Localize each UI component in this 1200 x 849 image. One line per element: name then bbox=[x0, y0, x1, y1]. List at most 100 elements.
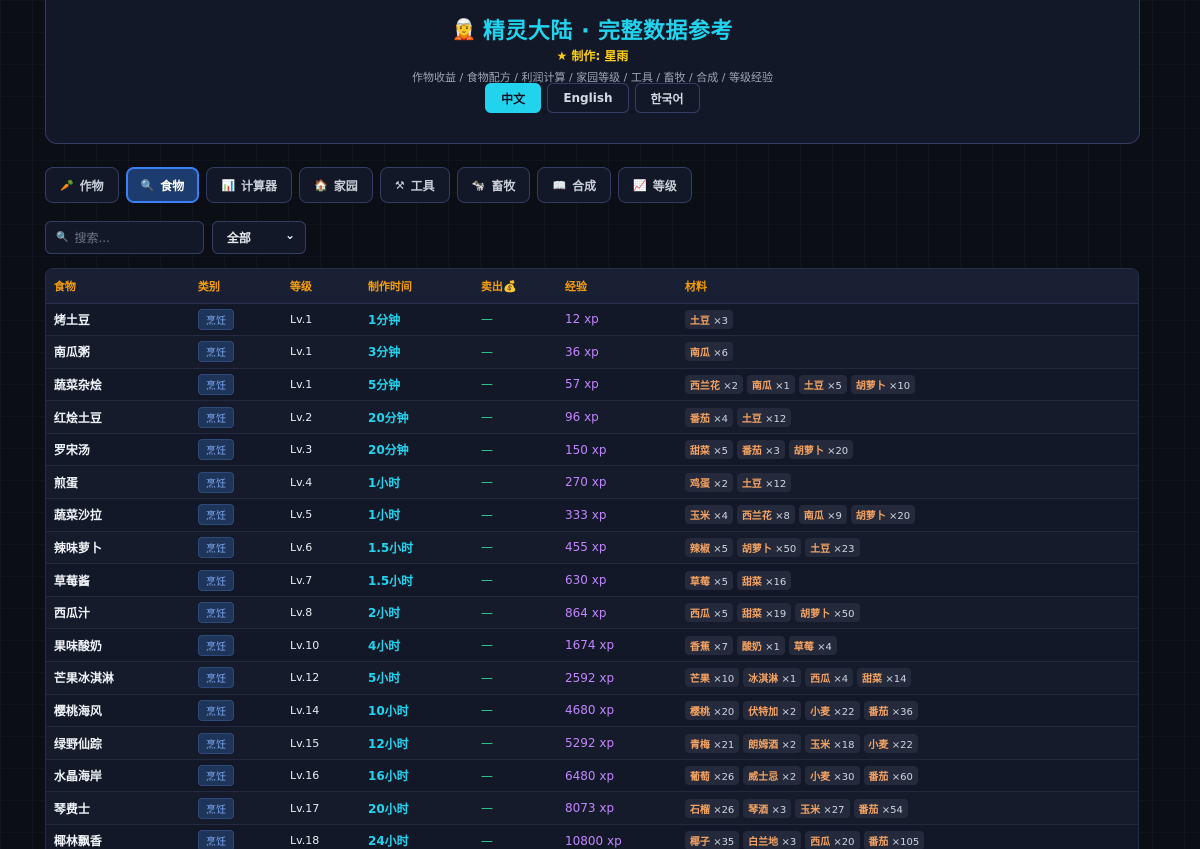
tab-crafting[interactable]: 📖 合成 bbox=[537, 167, 612, 203]
material-chip: 番茄 ×105 bbox=[863, 831, 925, 849]
lang-button-ko[interactable]: 한국어 bbox=[634, 83, 700, 113]
material-name: 南瓜 bbox=[803, 511, 824, 523]
column-header[interactable]: 经验 bbox=[557, 269, 677, 304]
category-cell: 烹饪 bbox=[190, 792, 282, 825]
material-chip: 草莓 ×4 bbox=[788, 635, 837, 655]
material-name: 西瓜 bbox=[810, 837, 831, 849]
material-qty: ×6 bbox=[713, 348, 728, 360]
material-qty: ×9 bbox=[827, 511, 842, 523]
material-chip: 土豆 ×3 bbox=[685, 309, 733, 329]
material-name: 胡萝卜 bbox=[741, 543, 772, 555]
material-chip: 胡萝卜 ×20 bbox=[850, 505, 916, 525]
table-row: 水晶海岸 烹饪 Lv.16 16小时 —6480 xp 葡萄 ×26 威士忌 ×2 小麦 ×3… bbox=[46, 759, 1138, 792]
search-input[interactable] bbox=[74, 230, 185, 245]
category-badge: 烹饪 bbox=[198, 634, 234, 656]
language-switcher: 中文 English 한국어 bbox=[46, 83, 1139, 113]
material-qty: ×36 bbox=[891, 706, 913, 718]
food-name: 水晶海岸 bbox=[54, 769, 103, 784]
food-name: 南瓜粥 bbox=[54, 345, 91, 360]
material-chip: 小麦 ×22 bbox=[805, 700, 860, 720]
column-header[interactable]: 卖出💰 bbox=[473, 269, 557, 304]
chevron-down-icon: ⌄ bbox=[284, 227, 295, 242]
materials-cell: 番茄 ×4 土豆 ×12 bbox=[677, 401, 1138, 434]
material-qty: ×2 bbox=[713, 478, 728, 490]
craft-time: 10小时 bbox=[368, 703, 409, 718]
table-row: 红烩土豆 烹饪 Lv.2 20分钟 —96 xp 番茄 ×4 土豆 ×12 bbox=[46, 400, 1138, 434]
food-name: 椰林飘香 bbox=[54, 834, 103, 849]
material-chip: 玉米 ×4 bbox=[685, 505, 733, 525]
food-name: 煎蛋 bbox=[54, 475, 79, 490]
category-cell: 烹饪 bbox=[190, 662, 282, 695]
sell-price: — bbox=[481, 475, 493, 490]
material-name: 朗姆酒 bbox=[748, 739, 779, 751]
level-cell: Lv.1 bbox=[290, 377, 313, 391]
tab-tools[interactable]: ⚒ 工具 bbox=[379, 167, 450, 203]
material-name: 辣椒 bbox=[690, 543, 710, 555]
level-cell: Lv.5 bbox=[290, 508, 313, 522]
material-qty: ×12 bbox=[765, 413, 787, 425]
material-qty: ×7 bbox=[713, 641, 728, 653]
tab-label: 作物 bbox=[79, 178, 104, 193]
material-name: 西瓜 bbox=[690, 609, 710, 621]
food-name: 蔬菜杂烩 bbox=[54, 377, 103, 392]
table-row: 辣味萝卜 烹饪 Lv.6 1.5小时 —455 xp 辣椒 ×5 胡萝卜 ×50 土豆 ×23 bbox=[46, 531, 1138, 564]
materials-cell: 西瓜 ×5 甜菜 ×19 胡萝卜 ×50 bbox=[677, 596, 1138, 629]
table-row: 煎蛋 烹饪 Lv.4 1小时 —270 xp 鸡蛋 ×2 土豆 ×12 bbox=[46, 465, 1138, 499]
page-title: 🧝 精灵大陆 · 完整数据参考 bbox=[46, 13, 1139, 45]
category-cell: 烹饪 bbox=[190, 596, 282, 629]
category-select[interactable]: 全部 ⌄ bbox=[212, 221, 306, 254]
tab-crops[interactable]: 🥕 作物 bbox=[45, 167, 119, 203]
category-badge: 烹饪 bbox=[198, 504, 234, 526]
level-cell: Lv.7 bbox=[290, 573, 313, 587]
material-qty: ×105 bbox=[891, 837, 920, 849]
column-header[interactable]: 类别 bbox=[190, 269, 282, 304]
xp-value: 455 xp bbox=[565, 540, 607, 555]
material-qty: ×12 bbox=[765, 478, 787, 490]
tab-food[interactable]: 🔍 食物 bbox=[125, 167, 200, 203]
material-name: 酸奶 bbox=[741, 641, 762, 653]
material-qty: ×5 bbox=[713, 609, 728, 621]
level-cell: Lv.18 bbox=[290, 834, 320, 848]
tab-label: 畜牧 bbox=[491, 178, 516, 193]
column-header[interactable]: 食物 bbox=[46, 269, 190, 304]
category-badge: 烹饪 bbox=[198, 699, 234, 721]
title-text: 精灵大陆 · 完整数据参考 bbox=[483, 19, 734, 44]
column-header[interactable]: 等级 bbox=[282, 269, 360, 304]
category-badge: 烹饪 bbox=[198, 308, 234, 330]
material-chip: 西兰花 ×2 bbox=[685, 374, 743, 394]
lang-button-zh[interactable]: 中文 bbox=[485, 83, 542, 113]
column-header[interactable]: 制作时间 bbox=[360, 269, 473, 304]
material-chip: 玉米 ×27 bbox=[795, 798, 850, 818]
carrot-icon: 🥕 bbox=[60, 178, 74, 192]
material-chip: 青梅 ×21 bbox=[685, 733, 740, 753]
material-name: 玉米 bbox=[690, 511, 710, 523]
tab-calculator[interactable]: 📊 计算器 bbox=[206, 167, 293, 203]
table-row: 椰林飘香 烹饪 Lv.18 24小时 —10800 xp 椰子 ×35 白兰地 ×3 西瓜 ×… bbox=[46, 825, 1138, 849]
material-chip: 小麦 ×22 bbox=[863, 733, 918, 753]
xp-value: 96 xp bbox=[565, 410, 599, 425]
material-name: 玉米 bbox=[810, 739, 831, 751]
column-header[interactable]: 材料 bbox=[677, 269, 1138, 304]
material-qty: ×16 bbox=[765, 576, 787, 588]
material-name: 番茄 bbox=[868, 837, 889, 849]
lang-button-en[interactable]: English bbox=[547, 83, 629, 113]
tab-label: 家园 bbox=[333, 178, 358, 193]
food-name: 果味酸奶 bbox=[54, 638, 103, 653]
material-qty: ×2 bbox=[723, 380, 738, 392]
material-chip: 土豆 ×12 bbox=[736, 472, 792, 492]
tab-home[interactable]: 🏠 家园 bbox=[299, 167, 373, 203]
craft-time: 4小时 bbox=[368, 638, 401, 653]
craft-time: 1小时 bbox=[368, 475, 401, 490]
material-name: 南瓜 bbox=[751, 380, 772, 392]
category-cell: 烹饪 bbox=[190, 401, 282, 434]
material-name: 番茄 bbox=[690, 413, 710, 425]
xp-value: 270 xp bbox=[565, 475, 607, 490]
craft-time: 12小时 bbox=[368, 736, 409, 751]
tab-levels[interactable]: 📈 等级 bbox=[618, 167, 692, 203]
craft-time: 3分钟 bbox=[368, 345, 401, 360]
material-name: 土豆 bbox=[803, 380, 824, 392]
material-name: 威士忌 bbox=[748, 772, 779, 784]
material-chip: 番茄 ×54 bbox=[853, 798, 908, 818]
tab-livestock[interactable]: 🐄 畜牧 bbox=[456, 167, 531, 203]
category-badge: 烹饪 bbox=[198, 830, 234, 849]
